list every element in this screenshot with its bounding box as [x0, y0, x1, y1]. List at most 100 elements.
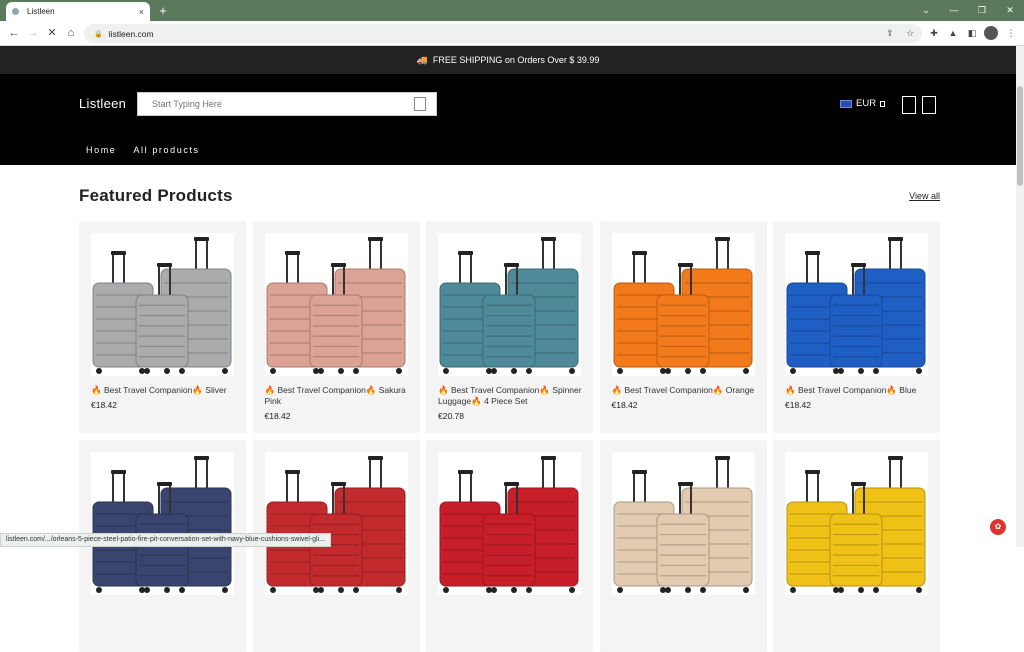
- address-bar[interactable]: 🔒 listleen.com: [84, 24, 922, 43]
- product-price: €18.42: [91, 400, 117, 410]
- product-image[interactable]: [91, 233, 234, 376]
- fire-icon: 🔥: [438, 385, 449, 395]
- close-window-icon[interactable]: ✕: [996, 0, 1024, 20]
- product-name: Best Travel Companion: [103, 385, 193, 395]
- fire-icon: 🔥: [365, 385, 377, 395]
- product-variant: Blue: [899, 385, 917, 395]
- product-name: Best Travel Companion: [624, 385, 713, 395]
- scrollbar-thumb[interactable]: [1017, 86, 1023, 186]
- product-image[interactable]: [611, 452, 755, 595]
- product-image[interactable]: [264, 233, 408, 376]
- view-all-link[interactable]: View all: [909, 191, 940, 201]
- home-icon[interactable]: ⌂: [63, 25, 79, 41]
- announcement-bar: 🚚 FREE SHIPPING on Orders Over $ 39.99: [0, 46, 1016, 74]
- extensions-icon[interactable]: ✚: [928, 27, 940, 39]
- product-title[interactable]: 🔥 Best Travel Companion🔥 Blue €18.42: [785, 385, 933, 411]
- main-nav: Home All products: [86, 145, 200, 155]
- product-image[interactable]: [611, 233, 755, 376]
- browser-toolbar: ← → ✕ ⌂ 🔒 listleen.com ⇪ ☆ ✚ ▲ ◧ ⋮: [0, 21, 1024, 46]
- product-price: €18.42: [785, 400, 811, 410]
- browser-tab[interactable]: Listleen ×: [6, 2, 150, 21]
- eu-flag-icon: [840, 99, 852, 108]
- product-image[interactable]: [785, 233, 928, 376]
- luggage-set-illustration: [439, 237, 579, 374]
- favicon-icon: [12, 8, 19, 15]
- luggage-set-illustration: [786, 456, 926, 593]
- product-card[interactable]: 🔥 Best Travel Companion🔥 Sliver €18.42: [79, 221, 246, 433]
- currency-selector[interactable]: EUR: [840, 98, 886, 109]
- fire-icon: 🔥: [91, 385, 102, 395]
- featured-header: Featured Products View all: [79, 186, 940, 210]
- share-icon[interactable]: ⇪: [884, 27, 896, 39]
- product-grid: 🔥 Best Travel Companion🔥 Sliver €18.42 🔥 B…: [79, 221, 940, 652]
- product-image[interactable]: [785, 452, 928, 595]
- product-image[interactable]: [438, 233, 581, 376]
- luggage-set-illustration: [439, 456, 579, 593]
- product-card[interactable]: [426, 440, 593, 652]
- minimize-icon[interactable]: —: [940, 0, 968, 20]
- product-card[interactable]: [599, 440, 767, 652]
- product-image[interactable]: [91, 452, 234, 595]
- product-image[interactable]: [264, 452, 408, 595]
- luggage-set-illustration: [613, 456, 752, 593]
- nav-home[interactable]: Home: [86, 145, 116, 155]
- browser-tab-strip: Listleen × + ⌄ — ❐ ✕: [0, 0, 1024, 21]
- stop-loading-icon[interactable]: ✕: [44, 25, 60, 41]
- product-title[interactable]: 🔥 Best Travel Companion🔥 Sliver €18.42: [91, 385, 239, 411]
- product-card[interactable]: 🔥 Best Travel Companion🔥 Orange €18.42: [599, 221, 767, 433]
- url-text: listleen.com: [108, 28, 154, 39]
- truck-icon: 🚚: [416, 54, 428, 65]
- product-title[interactable]: 🔥 Best Travel Companion🔥 Orange €18.42: [612, 385, 760, 411]
- luggage-set-illustration: [266, 456, 405, 593]
- product-variant: Sliver: [205, 385, 227, 395]
- new-tab-button[interactable]: +: [156, 2, 170, 19]
- product-extra: 4 Piece Set: [484, 396, 528, 406]
- product-variant: Orange: [725, 385, 755, 395]
- labs-icon[interactable]: ▲: [947, 27, 959, 39]
- site-header: Listleen EUR Home All products: [0, 74, 1016, 165]
- browser-status-bar: listleen.com/.../orleans-5-piece-steel-p…: [0, 533, 332, 547]
- fire-icon: 🔥: [785, 385, 796, 395]
- menu-kebab-icon[interactable]: ⋮: [1005, 27, 1017, 39]
- section-title: Featured Products: [79, 186, 233, 205]
- fire-icon: 🔥: [471, 396, 482, 406]
- product-card[interactable]: 🔥 Best Travel Companion🔥 Sakura Pink €18.…: [252, 221, 420, 433]
- product-title[interactable]: 🔥 Best Travel Companion🔥 Spinner Luggage…: [438, 385, 586, 422]
- tab-title: Listleen: [27, 7, 55, 16]
- chevron-down-icon: [880, 100, 886, 107]
- nav-all-products[interactable]: All products: [133, 145, 199, 155]
- cart-icon[interactable]: [922, 96, 936, 114]
- product-card[interactable]: 🔥 Best Travel Companion🔥 Blue €18.42: [773, 221, 940, 433]
- product-card[interactable]: 🔥 Best Travel Companion🔥 Spinner Luggage…: [426, 221, 593, 433]
- currency-label: EUR: [856, 98, 877, 109]
- maximize-icon[interactable]: ❐: [968, 0, 996, 20]
- side-panel-icon[interactable]: ◧: [966, 27, 978, 39]
- bookmark-star-icon[interactable]: ☆: [904, 27, 916, 39]
- fire-icon: 🔥: [712, 385, 724, 395]
- forward-icon[interactable]: →: [25, 25, 41, 41]
- search-box[interactable]: [137, 92, 437, 116]
- page-scrollbar[interactable]: [1016, 46, 1024, 547]
- site-logo[interactable]: Listleen: [79, 96, 126, 111]
- search-icon[interactable]: [414, 97, 426, 111]
- back-icon[interactable]: ←: [6, 25, 22, 41]
- fire-icon: 🔥: [539, 385, 550, 395]
- close-tab-icon[interactable]: ×: [139, 7, 144, 17]
- luggage-set-illustration: [92, 456, 232, 593]
- product-price: €18.42: [264, 411, 291, 421]
- product-card[interactable]: [773, 440, 940, 652]
- fire-icon: 🔥: [264, 385, 276, 395]
- profile-avatar-icon[interactable]: [984, 26, 998, 40]
- fire-icon: 🔥: [192, 385, 203, 395]
- chat-widget-button[interactable]: ✿: [990, 519, 1006, 535]
- product-price: €20.78: [438, 411, 464, 421]
- account-icon[interactable]: [902, 96, 916, 114]
- product-name: Best Travel Companion: [450, 385, 540, 395]
- product-title[interactable]: 🔥 Best Travel Companion🔥 Sakura Pink €18.…: [265, 385, 413, 422]
- product-name: Best Travel Companion: [277, 385, 366, 395]
- product-image[interactable]: [438, 452, 581, 595]
- tab-search-icon[interactable]: ⌄: [912, 0, 940, 20]
- search-input[interactable]: [152, 99, 414, 109]
- luggage-set-illustration: [786, 237, 926, 374]
- product-name: Best Travel Companion: [797, 385, 887, 395]
